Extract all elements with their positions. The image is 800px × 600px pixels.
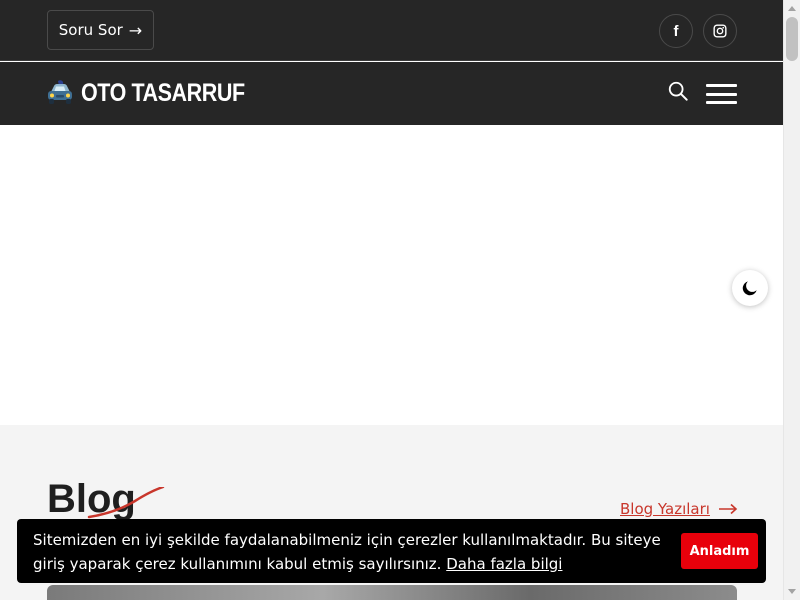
hamburger-menu-button[interactable]: [706, 84, 738, 104]
facebook-icon: f: [673, 22, 679, 40]
main-navbar: OTO TASARRUF: [0, 62, 783, 125]
dark-mode-toggle[interactable]: [732, 270, 768, 306]
scroll-up-arrow-icon[interactable]: [788, 6, 796, 11]
more-info-link[interactable]: Daha fazla bilgi: [446, 555, 562, 573]
instagram-link[interactable]: [703, 14, 737, 48]
page-scrollbar[interactable]: [783, 0, 800, 600]
logo-text: OTO TASARRUF: [81, 78, 245, 107]
scrollbar-thumb[interactable]: [786, 17, 798, 61]
search-icon: [668, 81, 688, 101]
cookie-message: Sitemizden en iyi şekilde faydalanabilme…: [33, 528, 673, 576]
top-bar: Soru Sor → f: [0, 0, 783, 61]
blog-posts-link-label: Blog Yazıları: [620, 500, 710, 518]
blog-posts-link[interactable]: Blog Yazıları: [620, 500, 738, 518]
arrow-right-icon: →: [128, 20, 143, 40]
facebook-link[interactable]: f: [659, 14, 693, 48]
menu-line: [706, 84, 737, 87]
menu-line: [706, 92, 737, 96]
instagram-icon: [713, 24, 727, 38]
cookie-message-text: Sitemizden en iyi şekilde faydalanabilme…: [33, 531, 661, 573]
moon-icon: [742, 281, 757, 296]
site-logo[interactable]: OTO TASARRUF: [45, 78, 271, 108]
page: Soru Sor → f OTO TASARRUF Blog Blog Yazı…: [0, 0, 783, 600]
ask-question-label: Soru Sor: [58, 21, 123, 39]
arrow-right-icon: [718, 503, 738, 515]
search-button[interactable]: [667, 80, 689, 102]
blog-post-image[interactable]: [47, 585, 737, 600]
scroll-down-arrow-icon[interactable]: [788, 589, 796, 594]
ad-placeholder: [0, 125, 783, 425]
cookie-consent-banner: Sitemizden en iyi şekilde faydalanabilme…: [17, 519, 766, 583]
cookie-accept-button[interactable]: Anladım: [681, 533, 758, 569]
car-logo-icon: [48, 80, 72, 104]
menu-line: [706, 101, 737, 104]
ask-question-button[interactable]: Soru Sor →: [47, 10, 154, 50]
